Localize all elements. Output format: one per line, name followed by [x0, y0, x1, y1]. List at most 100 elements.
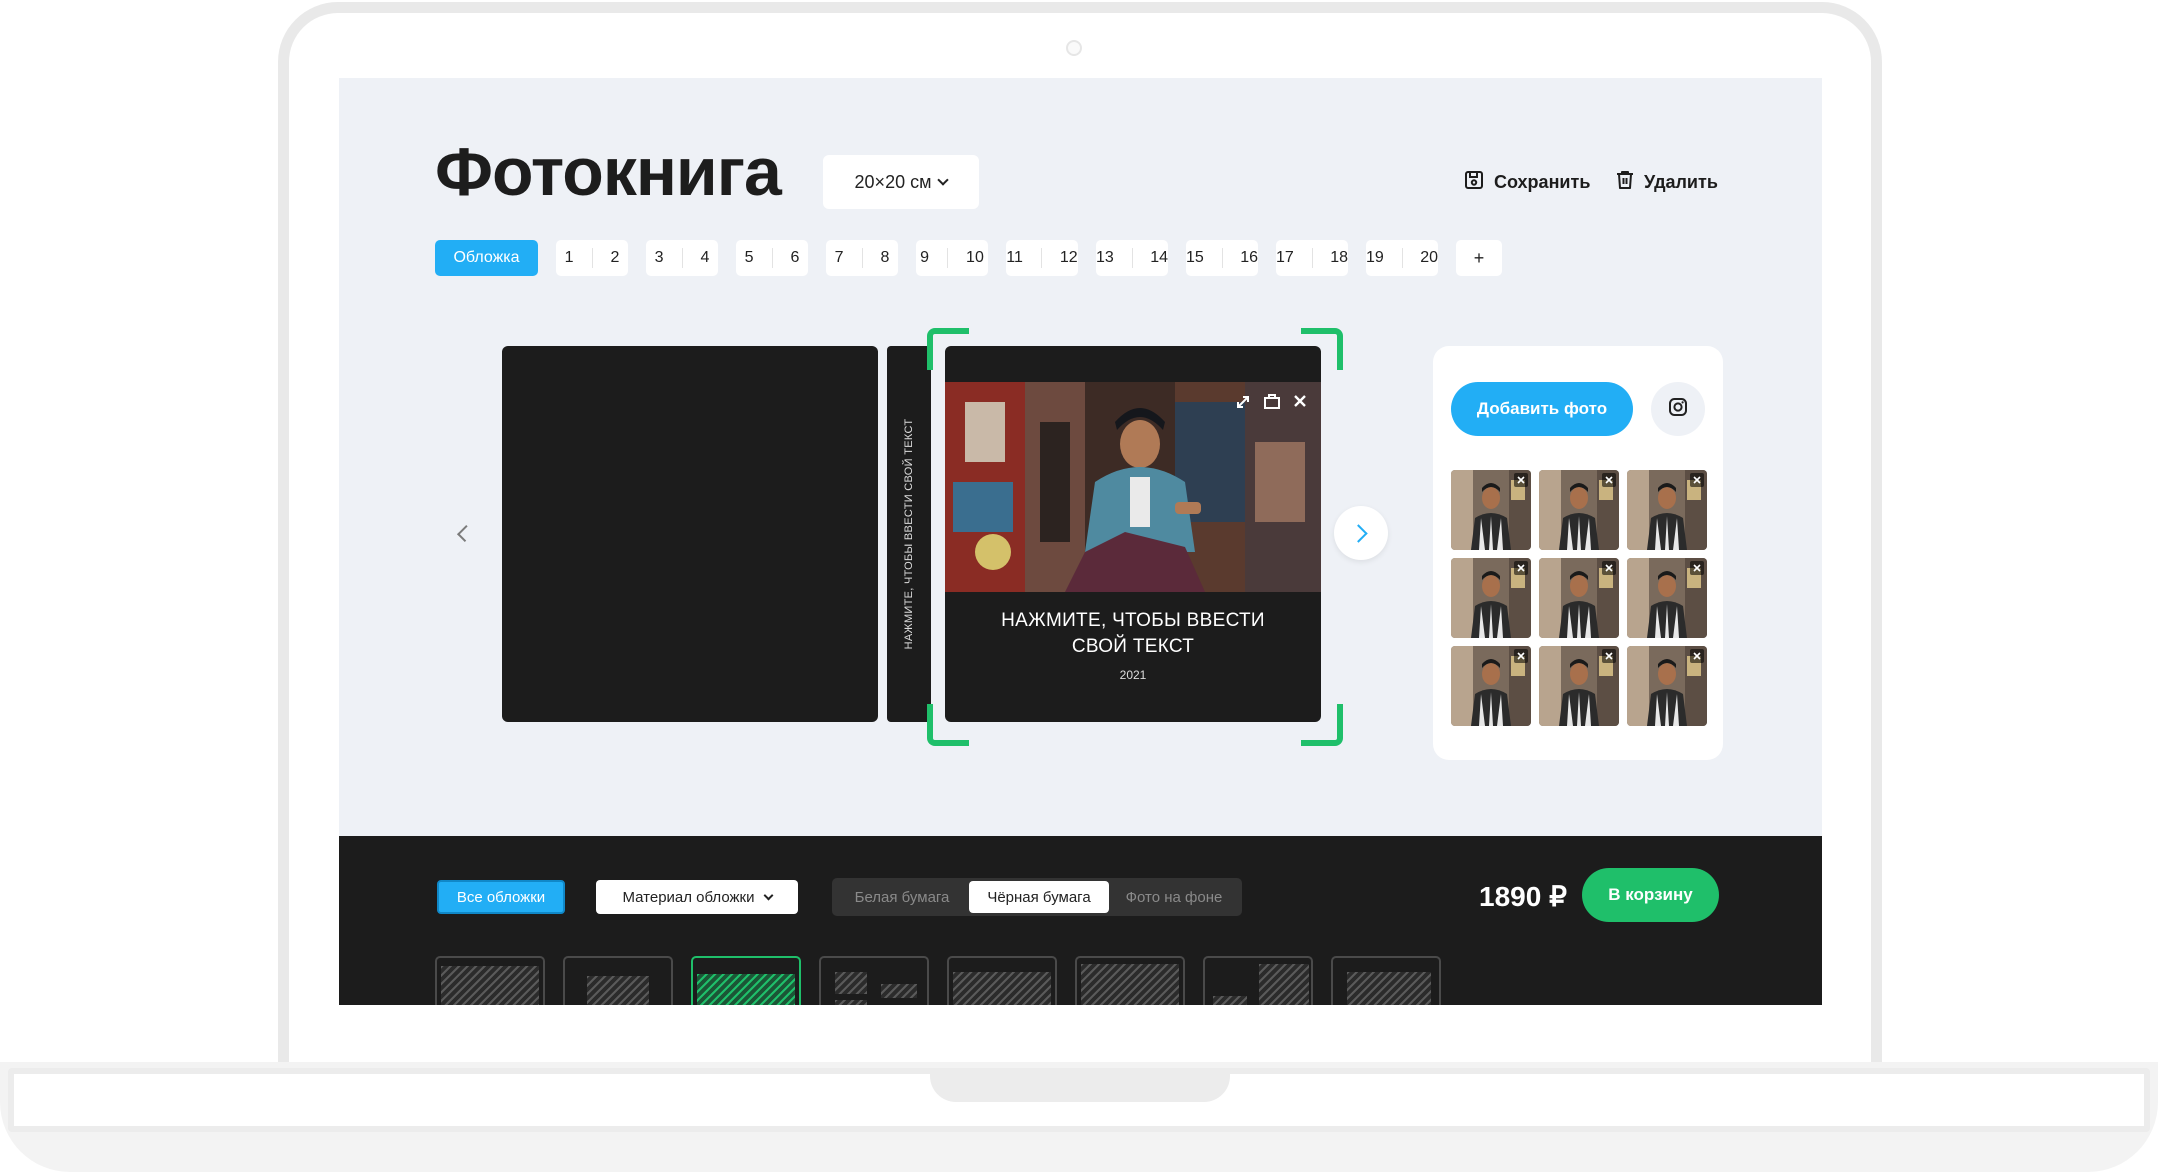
- photo-thumbnail[interactable]: [1539, 558, 1619, 638]
- cover-template[interactable]: [947, 956, 1057, 1005]
- delete-label: Удалить: [1644, 172, 1718, 192]
- remove-photo-icon[interactable]: [1690, 561, 1704, 575]
- material-dropdown[interactable]: Материал обложки: [596, 880, 798, 914]
- add-to-cart-button[interactable]: В корзину: [1582, 868, 1719, 922]
- page-title: Фотокнига: [435, 134, 782, 210]
- page-number: 17: [1276, 249, 1294, 266]
- camera-dot: [1066, 40, 1082, 56]
- cover-templates: [435, 956, 1441, 1005]
- photo-thumbnail[interactable]: [1627, 558, 1707, 638]
- tab-spread[interactable]: 9 10: [916, 240, 988, 276]
- cover-template[interactable]: [1075, 956, 1185, 1005]
- save-button[interactable]: Сохранить: [1464, 170, 1590, 195]
- close-icon[interactable]: [1293, 394, 1307, 415]
- cover-year[interactable]: 2021: [945, 668, 1321, 682]
- page-number: 4: [700, 249, 710, 266]
- remove-photo-icon[interactable]: [1602, 561, 1616, 575]
- cover-text-line: НАЖМИТЕ, ЧТОБЫ ВВЕСТИ: [1001, 610, 1265, 631]
- price: 1890 ₽: [1479, 881, 1567, 912]
- all-covers-button[interactable]: Все обложки: [437, 880, 565, 914]
- front-cover[interactable]: НАЖМИТЕ, ЧТОБЫ ВВЕСТИ СВОЙ ТЕКСТ 2021: [945, 346, 1321, 722]
- add-photo-button[interactable]: Добавить фото: [1451, 382, 1633, 436]
- page-number: 19: [1366, 249, 1384, 266]
- back-cover[interactable]: [502, 346, 878, 722]
- photo-thumbnail[interactable]: [1451, 470, 1531, 550]
- remove-photo-icon[interactable]: [1690, 473, 1704, 487]
- divider: [771, 248, 773, 268]
- page-number: 20: [1420, 249, 1438, 266]
- photo-thumbnail[interactable]: [1451, 558, 1531, 638]
- crop-icon[interactable]: [1263, 394, 1281, 415]
- page-number: 5: [744, 249, 754, 266]
- laptop-notch: [930, 1068, 1230, 1102]
- cover-template[interactable]: [563, 956, 673, 1005]
- tab-spread[interactable]: 15 16: [1186, 240, 1258, 276]
- spine-text[interactable]: НАЖМИТЕ, ЧТОБЫ ВВЕСТИ СВОЙ ТЕКСТ: [903, 419, 915, 650]
- expand-icon[interactable]: [1235, 394, 1251, 415]
- cover-template[interactable]: [1331, 956, 1441, 1005]
- size-dropdown[interactable]: 20×20 см: [823, 155, 979, 209]
- paper-option-photo[interactable]: Фото на фоне: [1109, 881, 1239, 913]
- add-page-button[interactable]: +: [1456, 240, 1502, 276]
- tab-spread[interactable]: 13 14: [1096, 240, 1168, 276]
- book-spine[interactable]: НАЖМИТЕ, ЧТОБЫ ВВЕСТИ СВОЙ ТЕКСТ: [887, 346, 931, 722]
- cover-text-line: СВОЙ ТЕКСТ: [1071, 636, 1195, 657]
- selection-bracket: [1301, 704, 1343, 746]
- cover-text[interactable]: НАЖМИТЕ, ЧТОБЫ ВВЕСТИ СВОЙ ТЕКСТ: [945, 608, 1321, 660]
- page-number: 15: [1186, 249, 1204, 266]
- remove-photo-icon[interactable]: [1514, 473, 1528, 487]
- material-label: Материал обложки: [622, 888, 755, 906]
- tab-spread[interactable]: 56: [736, 240, 808, 276]
- page-number: 7: [834, 249, 844, 266]
- page-number: 1: [564, 249, 574, 266]
- tab-spread[interactable]: 78: [826, 240, 898, 276]
- page-tabs: Обложка 12 34 56 78 9 10 11 12 13 14 15 16 1…: [435, 240, 1502, 276]
- divider: [591, 248, 593, 268]
- photo-toolbar: [1235, 394, 1307, 415]
- selection-bracket: [927, 704, 969, 746]
- app-screen: Фотокнига 20×20 см Сохранить Удалить Обл…: [339, 78, 1822, 1005]
- chevron-down-icon: [937, 174, 950, 186]
- tab-cover[interactable]: Обложка: [435, 240, 538, 276]
- trash-icon: [1616, 170, 1634, 195]
- photo-thumbnail[interactable]: [1627, 470, 1707, 550]
- paper-type-selector: Белая бумага Чёрная бумага Фото на фоне: [832, 878, 1242, 916]
- tab-spread[interactable]: 34: [646, 240, 718, 276]
- cover-photo[interactable]: [945, 382, 1321, 592]
- tab-spread[interactable]: 19 20: [1366, 240, 1438, 276]
- instagram-button[interactable]: [1651, 382, 1705, 436]
- prev-spread-button[interactable]: [455, 518, 474, 548]
- cover-template[interactable]: [819, 956, 929, 1005]
- cover-template[interactable]: [435, 956, 545, 1005]
- remove-photo-icon[interactable]: [1514, 561, 1528, 575]
- photo-thumbnail[interactable]: [1539, 470, 1619, 550]
- photo-panel: Добавить фото: [1433, 346, 1723, 760]
- photo-thumbnail[interactable]: [1627, 646, 1707, 726]
- paper-option-white[interactable]: Белая бумага: [835, 881, 969, 913]
- page-number: 13: [1096, 249, 1114, 266]
- cover-template[interactable]: [691, 956, 801, 1005]
- remove-photo-icon[interactable]: [1602, 649, 1616, 663]
- instagram-icon: [1668, 397, 1688, 422]
- page-number: 6: [790, 249, 800, 266]
- remove-photo-icon[interactable]: [1514, 649, 1528, 663]
- divider: [861, 248, 863, 268]
- photo-thumbnail[interactable]: [1539, 646, 1619, 726]
- tab-spread[interactable]: 11 12: [1006, 240, 1078, 276]
- remove-photo-icon[interactable]: [1690, 649, 1704, 663]
- page-number: 18: [1330, 249, 1348, 266]
- page-number: 2: [610, 249, 620, 266]
- tab-spread[interactable]: 17 18: [1276, 240, 1348, 276]
- tab-spread[interactable]: 12: [556, 240, 628, 276]
- chevron-down-icon: [763, 890, 773, 900]
- bottom-bar: Все обложки Материал обложки Белая бумаг…: [339, 836, 1822, 1005]
- delete-button[interactable]: Удалить: [1616, 170, 1718, 195]
- paper-option-black[interactable]: Чёрная бумага: [969, 881, 1109, 913]
- selection-bracket: [927, 328, 969, 370]
- page-number: 12: [1059, 249, 1078, 266]
- cover-template[interactable]: [1203, 956, 1313, 1005]
- remove-photo-icon[interactable]: [1602, 473, 1616, 487]
- chevron-left-icon: [457, 524, 474, 542]
- photo-thumbnail[interactable]: [1451, 646, 1531, 726]
- next-spread-button[interactable]: [1334, 506, 1388, 560]
